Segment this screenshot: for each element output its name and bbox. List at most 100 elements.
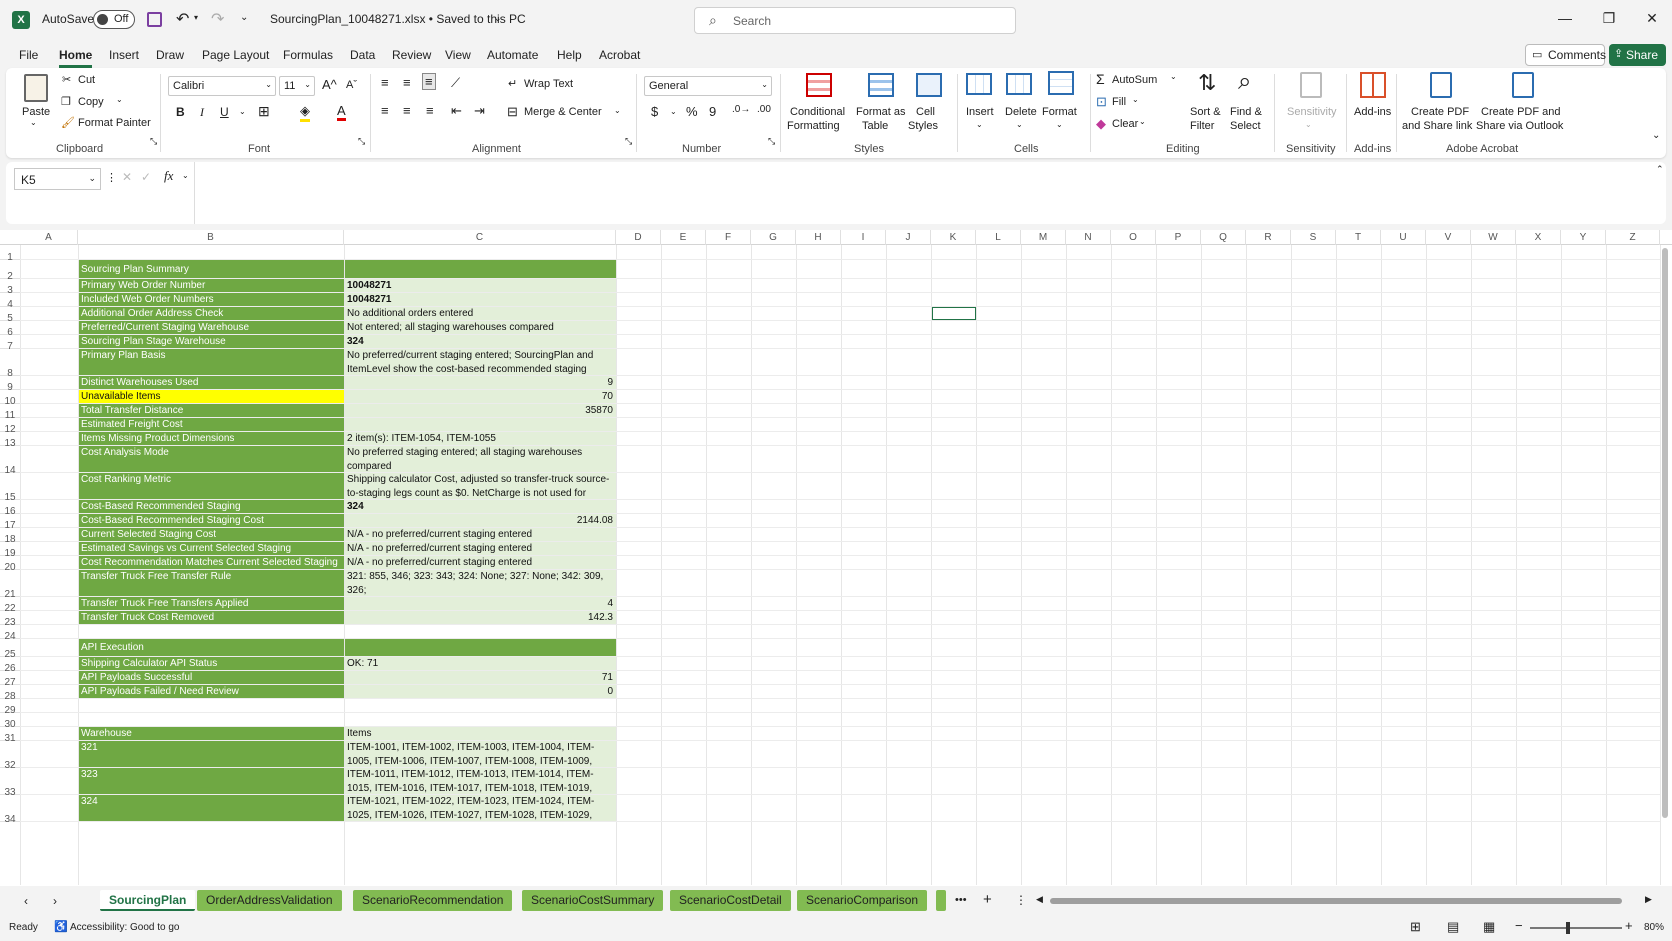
confirm-entry-icon[interactable]: ✓ bbox=[141, 170, 151, 184]
value-cell[interactable]: N/A - no preferred/current staging enter… bbox=[344, 542, 616, 556]
menu-data[interactable]: Data bbox=[350, 48, 375, 62]
row-header[interactable]: 31 bbox=[0, 727, 20, 744]
sensitivity-dropdown-icon[interactable]: ⌄ bbox=[1305, 120, 1312, 129]
column-header[interactable]: P bbox=[1156, 230, 1201, 245]
value-cell[interactable]: 2 item(s): ITEM-1054, ITEM-1055 bbox=[344, 432, 616, 446]
row-header[interactable]: 19 bbox=[0, 542, 20, 559]
value-cell[interactable]: 71 bbox=[344, 671, 616, 685]
page-layout-view-icon[interactable]: ▤ bbox=[1447, 919, 1459, 935]
tab-overflow[interactable] bbox=[936, 890, 946, 911]
save-icon[interactable] bbox=[147, 12, 162, 27]
value-cell[interactable]: Shipping calculator Cost, adjusted so tr… bbox=[344, 473, 616, 500]
sensitivity-icon[interactable] bbox=[1300, 72, 1322, 98]
value-cell[interactable]: 142.3 bbox=[344, 611, 616, 625]
column-header[interactable]: R bbox=[1246, 230, 1291, 245]
delete-dropdown-icon[interactable]: ⌄ bbox=[1016, 120, 1023, 129]
value-cell[interactable]: 324 bbox=[344, 500, 616, 514]
sort-filter-label-2[interactable]: Filter bbox=[1190, 120, 1214, 132]
row-header[interactable]: 10 bbox=[0, 390, 20, 407]
tab-scenario-recommendation[interactable]: ScenarioRecommendation bbox=[353, 890, 513, 911]
copy-icon[interactable]: ❐ bbox=[61, 95, 71, 108]
label-cell[interactable]: Cost Recommendation Matches Current Sele… bbox=[78, 556, 344, 570]
conditional-formatting-label-2[interactable]: Formatting bbox=[787, 120, 840, 132]
page-break-view-icon[interactable]: ▦ bbox=[1483, 919, 1495, 935]
increase-font-icon[interactable]: A^ bbox=[322, 77, 337, 92]
value-cell[interactable]: OK: 71 bbox=[344, 657, 616, 671]
search-box[interactable]: ⌕ Search bbox=[694, 7, 1016, 34]
conditional-formatting-icon[interactable] bbox=[806, 73, 832, 97]
undo-icon[interactable]: ↶ bbox=[176, 9, 189, 29]
worksheet-grid[interactable]: ABCDEFGHIJKLMNOPQRSTUVWXYZ 1 2 3 4 5 6 7 8 9 10 11… bbox=[0, 230, 1672, 886]
row-header[interactable]: 17 bbox=[0, 514, 20, 531]
label-cell[interactable]: Estimated Freight Cost bbox=[78, 418, 344, 432]
fx-dropdown-icon[interactable]: ⌄ bbox=[182, 171, 189, 180]
create-pdf-share-link-label-2[interactable]: and Share link bbox=[1402, 120, 1472, 132]
currency-dropdown-icon[interactable]: ⌄ bbox=[670, 107, 677, 116]
row-header[interactable]: 32 bbox=[0, 741, 20, 771]
borders-icon[interactable]: ⊞ bbox=[258, 103, 270, 120]
menu-automate[interactable]: Automate bbox=[487, 48, 538, 62]
percent-icon[interactable]: % bbox=[686, 104, 698, 119]
number-format-combo[interactable]: General ⌄ bbox=[644, 76, 772, 96]
items-header-cell[interactable]: Items bbox=[344, 727, 616, 741]
menu-acrobat[interactable]: Acrobat bbox=[599, 48, 640, 62]
tab-sourcing-plan[interactable]: SourcingPlan bbox=[100, 890, 196, 911]
zoom-slider-thumb[interactable] bbox=[1566, 922, 1570, 934]
align-right-icon[interactable]: ≡ bbox=[426, 103, 434, 118]
sort-filter-icon[interactable]: ⇅ bbox=[1198, 70, 1216, 96]
bold-icon[interactable]: B bbox=[176, 105, 185, 119]
align-top-icon[interactable]: ≡ bbox=[381, 75, 389, 90]
tab-order-address-validation[interactable]: OrderAddressValidation bbox=[197, 890, 342, 911]
find-select-icon[interactable]: ⌕ bbox=[1238, 68, 1251, 96]
format-painter-icon[interactable]: 🖌 bbox=[61, 116, 75, 129]
increase-decimal-icon[interactable]: .0→ bbox=[732, 104, 750, 115]
column-header[interactable]: X bbox=[1516, 230, 1561, 245]
scroll-right-icon[interactable]: ▶ bbox=[1645, 894, 1652, 905]
selected-cell-k5[interactable] bbox=[931, 306, 977, 321]
merge-center-icon[interactable]: ⊟ bbox=[507, 104, 518, 120]
insert-dropdown-icon[interactable]: ⌄ bbox=[976, 120, 983, 129]
warehouse-cell[interactable]: 324 bbox=[78, 795, 344, 822]
menu-insert[interactable]: Insert bbox=[109, 48, 139, 62]
label-cell[interactable]: Distinct Warehouses Used bbox=[78, 376, 344, 390]
zoom-level[interactable]: 80% bbox=[1644, 922, 1664, 933]
menu-view[interactable]: View bbox=[445, 48, 471, 62]
menu-home[interactable]: Home bbox=[59, 48, 93, 68]
row-header[interactable]: 4 bbox=[0, 293, 20, 310]
zoom-slider[interactable] bbox=[1530, 927, 1622, 929]
row-header[interactable]: 13 bbox=[0, 432, 20, 449]
value-cell[interactable]: 4 bbox=[344, 597, 616, 611]
next-sheet-icon[interactable]: › bbox=[53, 894, 57, 908]
insert-function-icon[interactable]: fx bbox=[164, 168, 173, 184]
warehouse-cell[interactable]: 323 bbox=[78, 768, 344, 795]
row-header[interactable]: 24 bbox=[0, 625, 20, 642]
label-cell[interactable]: Total Transfer Distance bbox=[78, 404, 344, 418]
value-cell[interactable]: Not entered; all staging warehouses comp… bbox=[344, 321, 616, 335]
row-header[interactable]: 26 bbox=[0, 657, 20, 674]
column-header[interactable]: O bbox=[1111, 230, 1156, 245]
items-cell[interactable]: ITEM-1011, ITEM-1012, ITEM-1013, ITEM-10… bbox=[344, 768, 616, 795]
menu-review[interactable]: Review bbox=[392, 48, 431, 62]
title-dropdown-icon[interactable]: ⌄ bbox=[494, 13, 502, 24]
row-header[interactable]: 12 bbox=[0, 418, 20, 435]
format-dropdown-icon[interactable]: ⌄ bbox=[1056, 120, 1063, 129]
create-pdf-share-link-icon[interactable] bbox=[1430, 72, 1452, 98]
cut-button[interactable]: Cut bbox=[78, 74, 95, 86]
collapse-ribbon-icon[interactable]: ⌄ bbox=[1652, 130, 1660, 141]
row-header[interactable]: 16 bbox=[0, 500, 20, 517]
column-header[interactable]: U bbox=[1381, 230, 1426, 245]
redo-icon[interactable]: ↷ bbox=[211, 9, 224, 29]
alignment-launcher-icon[interactable]: ⤡ bbox=[625, 136, 632, 147]
row-header[interactable]: 5 bbox=[0, 307, 20, 324]
column-header[interactable]: H bbox=[796, 230, 841, 245]
column-header[interactable]: C bbox=[344, 230, 616, 245]
copy-button[interactable]: Copy bbox=[78, 96, 104, 108]
row-header[interactable]: 9 bbox=[0, 376, 20, 393]
underline-dropdown-icon[interactable]: ⌄ bbox=[239, 107, 246, 116]
align-bottom-icon[interactable]: ≡ bbox=[422, 73, 436, 90]
clipboard-launcher-icon[interactable]: ⤡ bbox=[150, 136, 157, 147]
row-header[interactable]: 28 bbox=[0, 685, 20, 702]
format-as-table-label-1[interactable]: Format as bbox=[856, 106, 906, 118]
column-header[interactable]: D bbox=[616, 230, 661, 245]
value-cell[interactable]: 70 bbox=[344, 390, 616, 404]
